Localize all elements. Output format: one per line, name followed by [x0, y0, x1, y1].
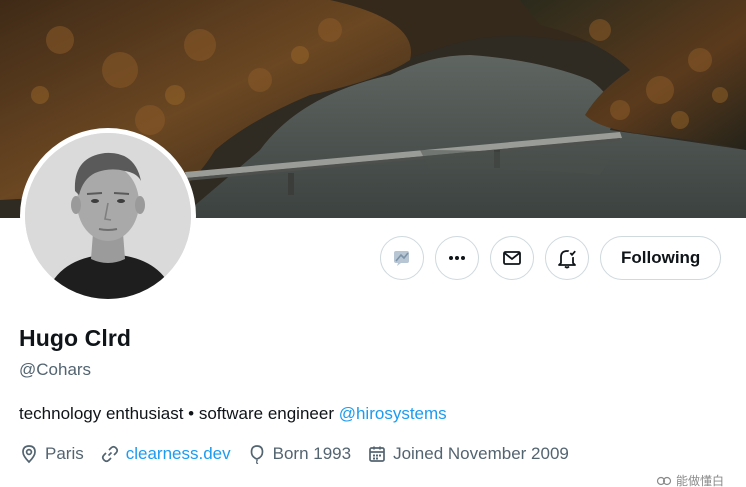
profile-meta: Paris clearness.dev Born 1993 Joined Nov… — [19, 444, 585, 464]
watermark-text: 能做懂白 — [675, 474, 724, 487]
meta-website: clearness.dev — [100, 444, 231, 464]
profile-avatar[interactable] — [20, 128, 196, 304]
envelope-icon — [503, 251, 521, 265]
grok-icon — [394, 251, 409, 266]
bell-check-icon — [558, 248, 577, 269]
location-text: Paris — [45, 444, 84, 463]
location-pin-icon — [22, 445, 36, 464]
grok-button[interactable] — [380, 236, 424, 280]
watermark: 能做懂白 — [656, 472, 724, 487]
message-button[interactable] — [490, 236, 534, 280]
balloon-icon — [250, 445, 263, 464]
bio-mention-link[interactable]: @hirosystems — [339, 404, 447, 423]
avatar-photo — [25, 133, 191, 299]
profile-handle: @Cohars — [19, 360, 92, 379]
meta-born: Born 1993 — [247, 444, 351, 464]
notifications-button[interactable] — [545, 236, 589, 280]
profile-bio: technology enthusiast • software enginee… — [19, 404, 447, 424]
following-button[interactable]: Following — [600, 236, 722, 280]
profile-actions: Following — [380, 235, 722, 281]
website-link[interactable]: clearness.dev — [126, 444, 231, 464]
meta-location: Paris — [19, 444, 84, 464]
calendar-icon — [369, 446, 385, 462]
joined-text: Joined November 2009 — [393, 444, 569, 463]
profile-display-name: Hugo Clrd — [19, 325, 132, 351]
watermark-logo-icon — [656, 476, 672, 485]
meta-joined: Joined November 2009 — [367, 444, 569, 464]
more-options-button[interactable] — [435, 236, 479, 280]
born-text: Born 1993 — [272, 444, 352, 463]
more-icon — [449, 256, 465, 260]
bio-text: technology enthusiast • software enginee… — [19, 404, 339, 423]
link-icon — [101, 445, 118, 463]
